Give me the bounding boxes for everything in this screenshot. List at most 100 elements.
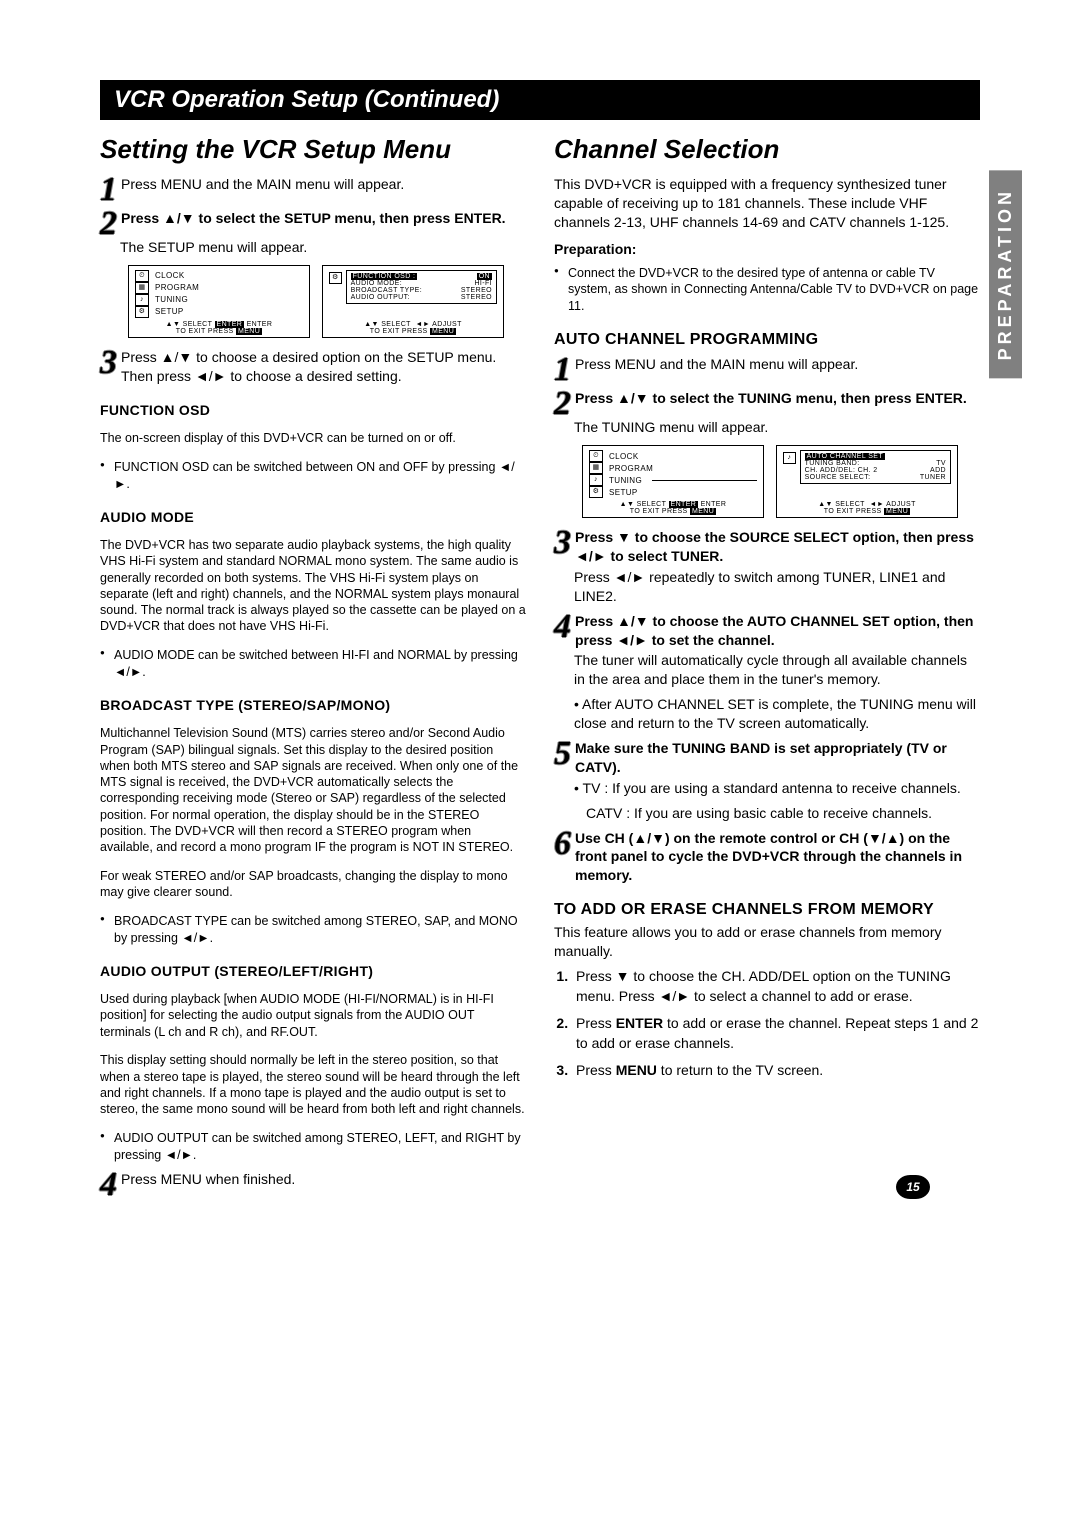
osd-item: TUNING <box>609 476 642 485</box>
side-tab: PREPARATION <box>989 170 1022 378</box>
list-item: Press ENTER to add or erase the channel.… <box>572 1014 980 1053</box>
list-item: Press ▼ to choose the CH. ADD/DEL option… <box>572 967 980 1006</box>
osd-value: TUNER <box>920 474 946 481</box>
osd-value: STEREO <box>461 287 492 294</box>
sub-heading: TO ADD OR ERASE CHANNELS FROM MEMORY <box>554 901 980 919</box>
bullet: Connect the DVD+VCR to the desired type … <box>568 265 980 316</box>
osd-footer: ADJUST <box>886 501 916 508</box>
step-6: 6 Use CH (▲/▼) on the remote control or … <box>554 829 980 886</box>
paragraph: This display setting should normally be … <box>100 1052 526 1117</box>
left-column: Setting the VCR Setup Menu 1 Press MENU … <box>100 134 526 1199</box>
step-1: 1 Press MENU and the MAIN menu will appe… <box>100 175 526 203</box>
bullet: AUDIO OUTPUT can be switched among STERE… <box>114 1130 526 1164</box>
osd-item: CLOCK <box>609 452 639 461</box>
step-number: 2 <box>100 209 117 237</box>
step-text: Press ▲/▼ to select the SETUP menu, then… <box>121 210 506 226</box>
osd-setup-menu: ⚙ FUNCTION OSD :ON AUDIO MODE:HI-FI BROA… <box>322 265 504 338</box>
bullet: FUNCTION OSD can be switched between ON … <box>114 459 526 493</box>
sub-heading: AUDIO OUTPUT (STEREO/LEFT/RIGHT) <box>100 963 526 979</box>
sub-heading: AUTO CHANNEL PROGRAMMING <box>554 331 980 349</box>
step-3: 3 Press ▲/▼ to choose a desired option o… <box>100 348 526 386</box>
step-note: • After AUTO CHANNEL SET is complete, th… <box>574 695 980 733</box>
osd-item: TUNING <box>155 295 188 304</box>
step-note: Press ◄/► repeatedly to switch among TUN… <box>574 568 980 606</box>
osd-footer: SELECT <box>835 501 865 508</box>
osd-item: CLOCK <box>155 271 185 280</box>
osd-illustration: ⏲CLOCK ▦PROGRAM ♪TUNING ⚙SETUP ▲▼ SELECT… <box>582 445 980 518</box>
osd-main-menu: ⏲CLOCK ▦PROGRAM ♪TUNING ⚙SETUP ▲▼ SELECT… <box>582 445 764 518</box>
osd-item: AUDIO OUTPUT: <box>351 294 410 301</box>
osd-footer: SELECT <box>183 321 213 328</box>
step-number: 1 <box>100 175 117 203</box>
paragraph: The on-screen display of this DVD+VCR ca… <box>100 430 526 446</box>
page-number: 15 <box>896 1175 930 1199</box>
osd-footer: MENU <box>690 508 716 515</box>
osd-footer: MENU <box>430 328 456 335</box>
bullet: AUDIO MODE can be switched between HI-FI… <box>114 647 526 681</box>
step-note: • TV : If you are using a standard anten… <box>574 779 980 798</box>
step-text: Press ▲/▼ to select the TUNING menu, the… <box>575 390 967 406</box>
prep-heading: Preparation: <box>554 241 636 257</box>
osd-footer: TO EXIT PRESS <box>630 508 688 515</box>
osd-item: SETUP <box>155 307 184 316</box>
osd-footer: SELECT <box>637 501 667 508</box>
osd-item: AUDIO MODE: <box>351 280 402 287</box>
step-number: 1 <box>554 355 571 383</box>
osd-value: ON <box>477 273 492 280</box>
step-3: 3 Press ▼ to choose the SOURCE SELECT op… <box>554 528 980 566</box>
paragraph: Used during playback [when AUDIO MODE (H… <box>100 991 526 1040</box>
osd-footer: SELECT <box>381 321 411 328</box>
page-number-value: 15 <box>896 1175 930 1199</box>
osd-item: CH. ADD/DEL: CH. 2 <box>805 467 878 474</box>
osd-footer: ENTER <box>215 321 245 328</box>
osd-item: TUNING BAND: <box>805 460 860 467</box>
step-2: 2 Press ▲/▼ to select the TUNING menu, t… <box>554 389 980 417</box>
osd-value: ADD <box>930 467 946 474</box>
osd-footer: TO EXIT PRESS <box>176 328 234 335</box>
sub-heading: FUNCTION OSD <box>100 402 526 418</box>
right-column: Channel Selection This DVD+VCR is equipp… <box>554 134 980 1199</box>
step-note: The TUNING menu will appear. <box>574 418 980 437</box>
step-4: 4 Press ▲/▼ to choose the AUTO CHANNEL S… <box>554 612 980 650</box>
step-text: Press ▲/▼ to choose the AUTO CHANNEL SET… <box>575 613 974 648</box>
osd-value: STEREO <box>461 294 492 301</box>
step-note: The tuner will automatically cycle throu… <box>574 651 980 689</box>
numbered-list: Press ▼ to choose the CH. ADD/DEL option… <box>554 967 980 1081</box>
step-text: Press MENU when finished. <box>121 1170 295 1189</box>
step-2: 2 Press ▲/▼ to select the SETUP menu, th… <box>100 209 526 237</box>
step-text: Use CH (▲/▼) on the remote control or CH… <box>575 830 962 884</box>
step-number: 5 <box>554 739 571 767</box>
step-number: 4 <box>554 612 571 640</box>
title-bar: VCR Operation Setup (Continued) <box>100 80 980 120</box>
step-number: 6 <box>554 829 571 857</box>
osd-footer: ADJUST <box>432 321 462 328</box>
osd-footer: TO EXIT PRESS <box>824 508 882 515</box>
osd-item: SOURCE SELECT: <box>805 474 871 481</box>
osd-footer: MENU <box>884 508 910 515</box>
step-1: 1 Press MENU and the MAIN menu will appe… <box>554 355 980 383</box>
step-text: Press ▲/▼ to choose a desired option on … <box>121 348 526 386</box>
step-text: Press MENU and the MAIN menu will appear… <box>121 175 404 194</box>
step-note: CATV : If you are using basic cable to r… <box>586 804 980 823</box>
step-note: The SETUP menu will appear. <box>120 238 526 257</box>
osd-value: TV <box>936 460 946 467</box>
osd-footer: TO EXIT PRESS <box>370 328 428 335</box>
osd-footer: ENTER <box>669 501 699 508</box>
paragraph: This feature allows you to add or erase … <box>554 923 980 961</box>
bullet: BROADCAST TYPE can be switched among STE… <box>114 913 526 947</box>
step-text: Make sure the TUNING BAND is set appropr… <box>575 740 947 775</box>
osd-item: SETUP <box>609 488 638 497</box>
paragraph: This DVD+VCR is equipped with a frequenc… <box>554 175 980 232</box>
sub-heading: AUDIO MODE <box>100 509 526 525</box>
step-5: 5 Make sure the TUNING BAND is set appro… <box>554 739 980 777</box>
list-item: Press MENU to return to the TV screen. <box>572 1061 980 1081</box>
osd-main-menu: ⏲CLOCK ▦PROGRAM ♪TUNING ⚙SETUP ▲▼ SELECT… <box>128 265 310 338</box>
sub-heading: BROADCAST TYPE (STEREO/SAP/MONO) <box>100 697 526 713</box>
step-number: 2 <box>554 389 571 417</box>
osd-footer: MENU <box>236 328 262 335</box>
osd-value: HI-FI <box>474 280 492 287</box>
osd-item: PROGRAM <box>155 283 199 292</box>
section-heading: Setting the VCR Setup Menu <box>100 134 526 165</box>
step-number: 4 <box>100 1170 117 1198</box>
osd-illustration: ⏲CLOCK ▦PROGRAM ♪TUNING ⚙SETUP ▲▼ SELECT… <box>128 265 526 338</box>
